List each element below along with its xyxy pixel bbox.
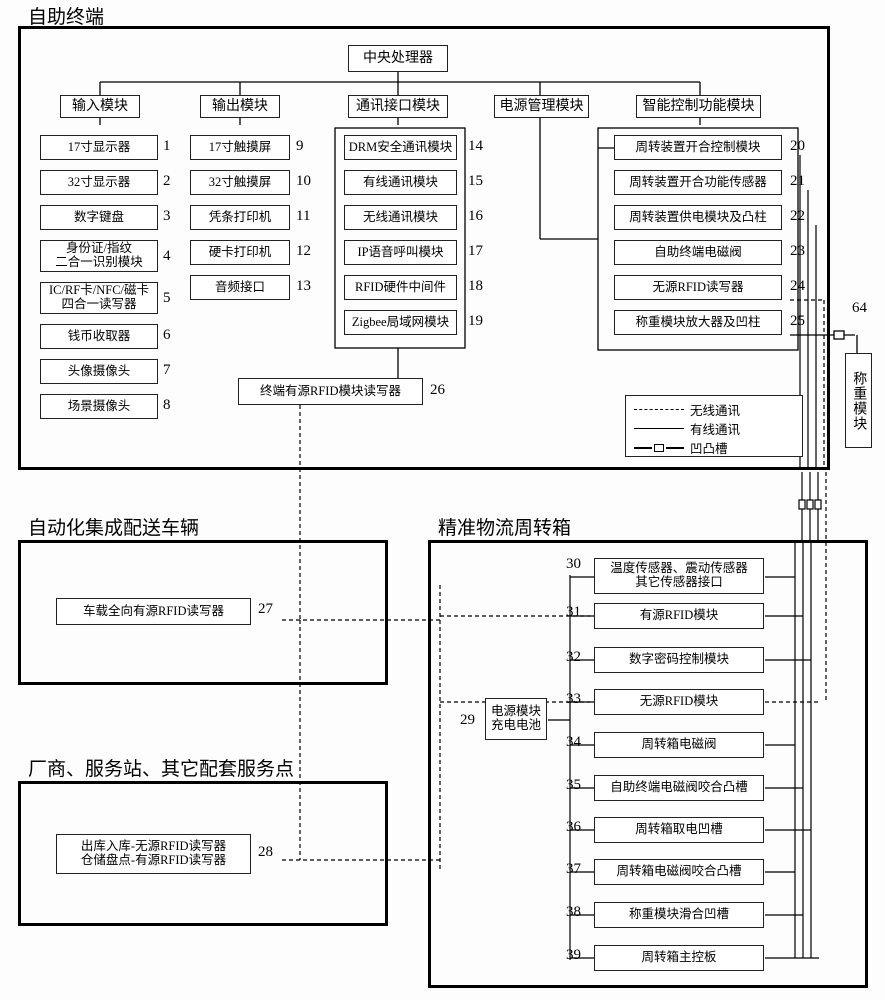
num-31: 31	[566, 604, 581, 621]
box-b31: 有源RFID模块	[594, 603, 764, 629]
box-b35: 自助终端电磁阀咬合凸槽	[594, 775, 764, 801]
num-28: 28	[258, 844, 273, 861]
num-6: 6	[163, 327, 171, 344]
num-5: 5	[163, 290, 171, 307]
num-13: 13	[296, 278, 311, 295]
section-title-crate: 精准物流周转箱	[434, 513, 575, 540]
section-title-vendor: 厂商、服务站、其它配套服务点	[24, 754, 298, 781]
box-e26: 终端有源RFID模块读写器	[238, 378, 423, 405]
box-s22: 周转装置供电模块及凸柱	[614, 205, 782, 230]
box-c17: IP语音呼叫模块	[344, 240, 457, 265]
hdr-comm: 通讯接口模块	[348, 95, 448, 118]
box-s24: 无源RFID读写器	[614, 275, 782, 300]
box-weigh: 称重模块	[845, 353, 872, 448]
num-1: 1	[163, 138, 171, 155]
num-7: 7	[163, 362, 171, 379]
box-b34: 周转箱电磁阀	[594, 732, 764, 758]
num-37: 37	[566, 861, 581, 878]
box-b30: 温度传感器、震动传感器 其它传感器接口	[594, 558, 764, 594]
box-s21: 周转装置开合功能传感器	[614, 170, 782, 195]
num-30: 30	[566, 556, 581, 573]
num-39: 39	[566, 947, 581, 964]
hdr-output: 输出模块	[200, 95, 280, 118]
num-16: 16	[468, 208, 483, 225]
num-33: 33	[566, 691, 581, 708]
box-c18: RFID硬件中间件	[344, 275, 457, 300]
box-s25: 称重模块放大器及凹柱	[614, 310, 782, 335]
num-14: 14	[468, 138, 483, 155]
box-o12: 硬卡打印机	[190, 240, 290, 265]
num-21: 21	[790, 173, 805, 190]
box-i1: 17寸显示器	[40, 135, 158, 160]
box-i5: IC/RF卡/NFC/磁卡 四合一读写器	[40, 282, 158, 314]
legend-wired: 有线通讯	[634, 419, 740, 438]
box-i8: 场景摄像头	[40, 394, 158, 419]
box-c15: 有线通讯模块	[344, 170, 457, 195]
num-3: 3	[163, 208, 171, 225]
num-27: 27	[258, 601, 273, 618]
num-25: 25	[790, 313, 805, 330]
hdr-smart: 智能控制功能模块	[636, 95, 761, 118]
num-34: 34	[566, 734, 581, 751]
box-c16: 无线通讯模块	[344, 205, 457, 230]
box-i3: 数字键盘	[40, 205, 158, 230]
num-29: 29	[460, 712, 475, 729]
num-38: 38	[566, 904, 581, 921]
num-12: 12	[296, 243, 311, 260]
legend-slot: 凹凸槽	[634, 438, 728, 457]
box-c19: Zigbee局域网模块	[344, 310, 457, 335]
box-c14: DRM安全通讯模块	[344, 135, 457, 160]
hdr-input: 输入模块	[60, 95, 140, 118]
num-9: 9	[296, 138, 304, 155]
num-32: 32	[566, 649, 581, 666]
num-35: 35	[566, 777, 581, 794]
num-23: 23	[790, 243, 805, 260]
box-o10: 32寸触摸屏	[190, 170, 290, 195]
box-s20: 周转装置开合控制模块	[614, 135, 782, 160]
box-s23: 自助终端电磁阀	[614, 240, 782, 265]
box-b29: 电源模块 充电电池	[485, 698, 547, 740]
box-i2: 32寸显示器	[40, 170, 158, 195]
num-36: 36	[566, 819, 581, 836]
num-8: 8	[163, 397, 171, 414]
box-b33: 无源RFID模块	[594, 689, 764, 715]
box-cpu: 中央处理器	[348, 45, 448, 72]
box-b32: 数字密码控制模块	[594, 647, 764, 673]
num-4: 4	[163, 248, 171, 265]
num-22: 22	[790, 208, 805, 225]
num-17: 17	[468, 243, 483, 260]
box-o9: 17寸触摸屏	[190, 135, 290, 160]
section-title-terminal: 自助终端	[24, 2, 108, 29]
section-title-vehicle: 自动化集成配送车辆	[24, 513, 203, 540]
num-15: 15	[468, 173, 483, 190]
num-19: 19	[468, 313, 483, 330]
num-26: 26	[430, 382, 445, 399]
box-i4: 身份证/指纹 二合一识别模块	[40, 240, 158, 272]
box-o13: 音频接口	[190, 275, 290, 300]
box-b38: 称重模块滑合凹槽	[594, 902, 764, 928]
legend-wireless: 无线通讯	[634, 400, 740, 419]
box-b36: 周转箱取电凹槽	[594, 817, 764, 843]
box-i6: 钱币收取器	[40, 324, 158, 349]
num-2: 2	[163, 173, 171, 190]
box-b39: 周转箱主控板	[594, 945, 764, 971]
box-o11: 凭条打印机	[190, 205, 290, 230]
num-11: 11	[296, 208, 310, 225]
box-e27: 车载全向有源RFID读写器	[56, 598, 251, 625]
num-10: 10	[296, 173, 311, 190]
hdr-power: 电源管理模块	[494, 95, 589, 118]
num-64: 64	[852, 300, 867, 317]
box-e28: 出库入库-无源RFID读写器 仓储盘点-有源RFID读写器	[56, 834, 251, 874]
num-18: 18	[468, 278, 483, 295]
num-20: 20	[790, 138, 805, 155]
num-24: 24	[790, 278, 805, 295]
box-i7: 头像摄像头	[40, 359, 158, 384]
box-b37: 周转箱电磁阀咬合凸槽	[594, 859, 764, 885]
